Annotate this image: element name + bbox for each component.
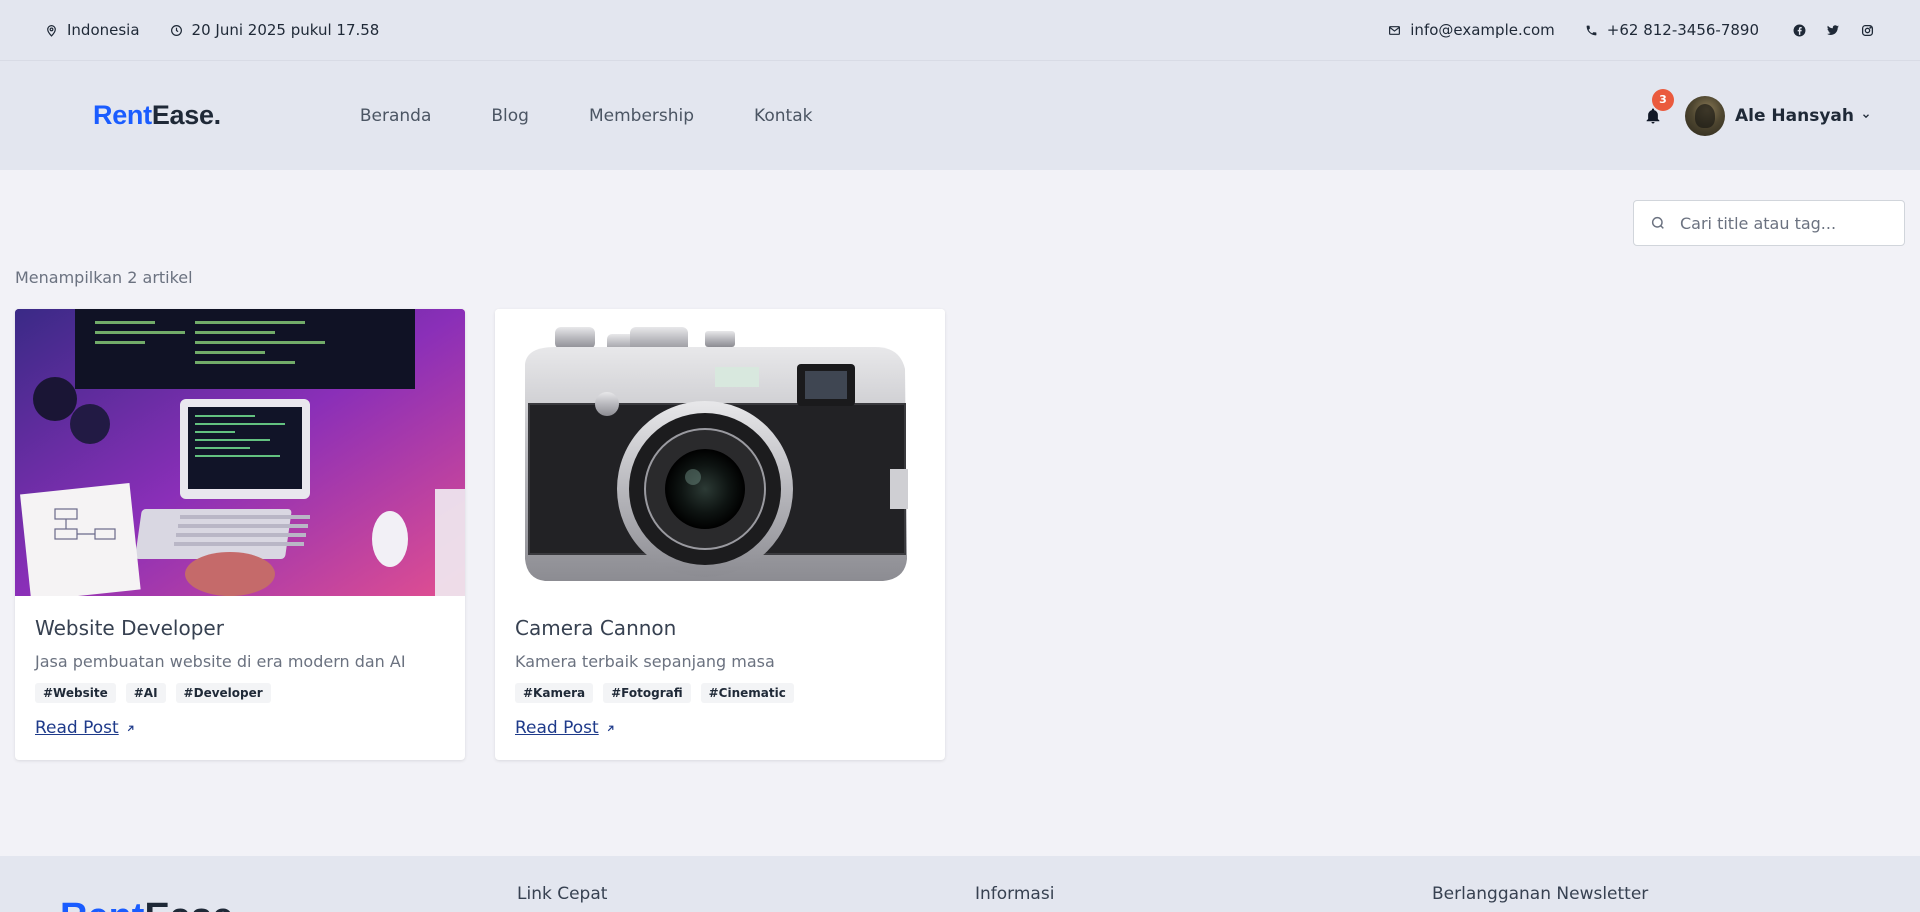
avatar[interactable] [1684,95,1725,136]
article-list: Website Developer Jasa pembuatan website… [15,309,1905,760]
nav-link-blog[interactable]: Blog [491,106,529,126]
footer-brand-accent: Rent [60,896,144,912]
tag-chip[interactable]: #Fotografi [603,683,691,703]
phone-contact[interactable]: +62 812-3456-7890 [1585,21,1759,39]
brand-logo[interactable]: RentEase. [93,100,221,131]
datetime-text: 20 Juni 2025 pukul 17.58 [191,21,380,39]
article-card[interactable]: Website Developer Jasa pembuatan website… [15,309,465,760]
notification-badge: 3 [1651,88,1674,111]
footer-heading-newsletter: Berlangganan Newsletter [1432,884,1649,904]
article-card[interactable]: Camera Cannon Kamera terbaik sepanjang m… [495,309,945,760]
location-info: Indonesia [45,21,140,39]
results-count: Menampilkan 2 artikel [15,268,193,287]
clock-icon [170,24,183,37]
article-image-developer[interactable] [15,309,465,596]
article-title[interactable]: Camera Cannon [515,616,925,640]
nav-link-membership[interactable]: Membership [589,106,694,126]
nav-links: Beranda Blog Membership Kontak [360,106,813,126]
datetime-info: 20 Juni 2025 pukul 17.58 [170,21,380,39]
arrow-up-right-icon [125,723,136,734]
facebook-icon[interactable] [1791,22,1807,38]
tag-chip[interactable]: #AI [125,683,166,703]
map-pin-icon [45,24,58,37]
arrow-up-right-icon [605,723,616,734]
tag-chip[interactable]: #Kamera [515,683,594,703]
nav-link-kontak[interactable]: Kontak [754,106,812,126]
notification-button[interactable]: 3 [1641,88,1674,128]
footer-heading-quick-links: Link Cepat [517,884,608,904]
article-title[interactable]: Website Developer [35,616,445,640]
twitter-icon[interactable] [1825,22,1841,38]
chevron-down-icon[interactable] [1861,111,1871,121]
search-input[interactable] [1680,213,1888,233]
footer-heading-information: Informasi [975,884,1055,904]
article-image-camera[interactable] [495,309,945,596]
search-box[interactable] [1633,200,1905,246]
social-links [1791,22,1875,38]
instagram-icon[interactable] [1859,22,1875,38]
read-post-link[interactable]: Read Post [515,718,616,738]
read-post-label: Read Post [515,718,599,738]
footer-brand-logo[interactable]: RentEase [60,896,233,912]
brand-rest: Ease. [151,100,221,130]
email-contact[interactable]: info@example.com [1388,21,1555,39]
article-description: Jasa pembuatan website di era modern dan… [35,652,406,671]
article-tags: #Website #AI #Developer [35,683,445,703]
blog-content: Menampilkan 2 artikel [0,170,1920,760]
phone-icon [1585,24,1598,37]
site-footer: RentEase Link Cepat Informasi Berlanggan… [0,856,1920,912]
tag-chip[interactable]: #Website [35,683,116,703]
read-post-link[interactable]: Read Post [35,718,136,738]
main-navbar: RentEase. Beranda Blog Membership Kontak… [0,61,1920,170]
phone-text[interactable]: +62 812-3456-7890 [1607,21,1759,39]
read-post-label: Read Post [35,718,119,738]
article-tags: #Kamera #Fotografi #Cinematic [515,683,925,703]
footer-brand-rest: Ease [144,896,233,912]
tag-chip[interactable]: #Developer [175,683,271,703]
email-text[interactable]: info@example.com [1410,21,1555,39]
mail-icon [1388,24,1401,37]
location-text: Indonesia [67,21,140,39]
brand-accent: Rent [93,100,152,130]
search-icon [1650,215,1666,231]
nav-link-beranda[interactable]: Beranda [360,106,432,126]
top-info-bar: Indonesia 20 Juni 2025 pukul 17.58 info@… [0,0,1920,61]
tag-chip[interactable]: #Cinematic [700,683,794,703]
user-name[interactable]: Ale Hansyah [1735,106,1854,126]
article-description: Kamera terbaik sepanjang masa [515,652,775,671]
